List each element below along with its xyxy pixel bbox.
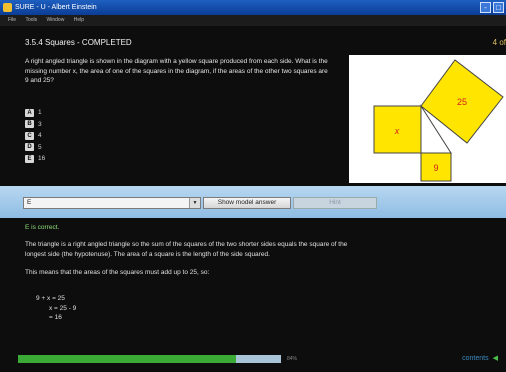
window-title: SURE - U - Albert Einstein — [15, 4, 97, 11]
working-steps: 9 + x = 25 x = 25 - 9 = 16 — [36, 294, 76, 323]
explanation: The triangle is a right angled triangle … — [25, 240, 355, 287]
feedback-text: E is correct. — [25, 224, 60, 231]
explanation-paragraph: The triangle is a right angled triangle … — [25, 241, 348, 258]
answer-select[interactable]: E ▼ — [23, 197, 201, 209]
contents-label: contents — [462, 355, 489, 362]
chevron-down-icon[interactable]: ▼ — [189, 198, 200, 208]
option-a[interactable]: A1 — [25, 107, 45, 119]
menu-window[interactable]: Window — [47, 17, 65, 23]
question-text: A right angled triangle is shown in the … — [25, 58, 328, 84]
option-b[interactable]: B3 — [25, 119, 45, 131]
menu-file[interactable]: File — [8, 17, 16, 23]
title-bar: SURE - U - Albert Einstein - □ — [0, 0, 506, 15]
progress-label: 84% — [287, 356, 298, 362]
maximize-button[interactable]: □ — [493, 2, 504, 13]
show-model-answer-button[interactable]: Show model answer — [203, 197, 291, 209]
working-line: = 16 — [49, 314, 62, 321]
pythagoras-diagram: x 25 9 — [349, 55, 506, 183]
option-text: 1 — [38, 109, 42, 117]
option-text: 3 — [38, 120, 42, 128]
arrow-left-icon: ◀ — [492, 355, 498, 362]
label-25: 25 — [457, 97, 467, 107]
working-line: x = 25 - 9 — [49, 304, 77, 312]
option-d[interactable]: D5 — [25, 142, 45, 154]
hint-button[interactable]: Hint — [293, 197, 377, 209]
page-title: 3.5.4 Squares - COMPLETED — [25, 38, 132, 47]
selected-answer: E — [27, 199, 32, 206]
label-x: x — [394, 126, 400, 136]
menu-tools[interactable]: Tools — [25, 17, 37, 23]
explanation-paragraph: This means that the areas of the squares… — [25, 269, 210, 276]
option-key: C — [25, 131, 34, 140]
progress-bar — [18, 355, 281, 363]
question-counter: 4 of — [492, 38, 506, 47]
menu-help[interactable]: Help — [74, 17, 84, 23]
minimize-button[interactable]: - — [480, 2, 491, 13]
menu-bar: File Tools Window Help — [0, 15, 506, 26]
option-key: D — [25, 143, 34, 152]
answer-options: A1 B3 C4 D5 E 16 — [25, 107, 45, 165]
option-text: 16 — [38, 155, 46, 163]
option-key: B — [25, 120, 34, 129]
progress-fill — [18, 355, 237, 363]
option-e[interactable]: E 16 — [25, 153, 45, 165]
working-line: 9 + x = 25 — [36, 295, 65, 302]
contents-link[interactable]: contents ◀ — [462, 354, 498, 362]
label-9: 9 — [433, 163, 438, 173]
diagram-svg: x 25 9 — [373, 59, 504, 182]
option-c[interactable]: C4 — [25, 130, 45, 142]
option-key: A — [25, 108, 34, 117]
app-icon — [3, 3, 12, 12]
option-text: 4 — [38, 132, 42, 140]
option-key: E — [25, 154, 34, 163]
option-text: 5 — [38, 143, 42, 151]
